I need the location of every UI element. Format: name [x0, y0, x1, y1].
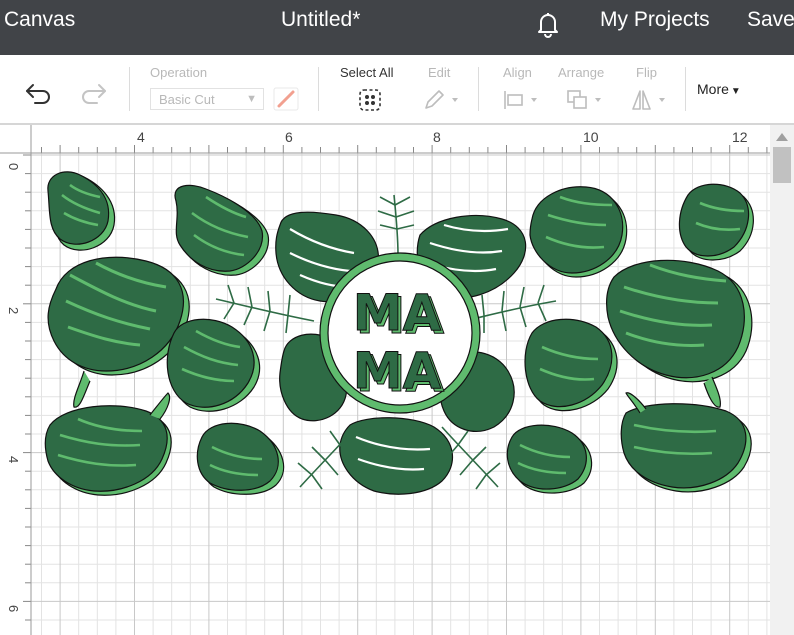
leaf-top-fifth — [529, 186, 628, 278]
save-button[interactable]: Save — [747, 8, 794, 32]
scrollbar-thumb[interactable] — [773, 147, 791, 183]
leaf-top-second — [174, 184, 270, 276]
leaf-bottom-right — [620, 392, 752, 493]
document-title[interactable]: Untitled* — [281, 8, 360, 32]
chevron-down-icon: ▼ — [246, 93, 257, 105]
toolbar-divider — [129, 67, 130, 111]
operation-label: Operation — [150, 65, 208, 80]
align-label: Align — [503, 65, 532, 80]
ruler-label-10: 10 — [583, 129, 599, 145]
toolbar-divider — [685, 67, 686, 111]
toolbar-divider — [478, 67, 479, 111]
ruler-label-2: 2 — [6, 307, 21, 314]
leaf-bottom-fifth — [506, 424, 593, 494]
flip-icon[interactable] — [630, 88, 670, 112]
top-ruler — [0, 125, 794, 153]
more-label: More — [697, 81, 729, 97]
ruler-label-6: 6 — [285, 129, 293, 145]
caret-down-icon: ▼ — [730, 86, 741, 97]
operation-select[interactable]: Basic Cut ▼ — [150, 88, 264, 110]
leaf-top-left — [47, 171, 116, 251]
ruler-label-0: 0 — [6, 163, 21, 170]
align-icon[interactable] — [502, 88, 542, 112]
leaf-center-bottom — [339, 417, 454, 495]
vertical-scrollbar[interactable] — [770, 125, 794, 635]
ruler-label-12: 12 — [732, 129, 748, 145]
select-all-label: Select All — [340, 65, 394, 80]
top-header: Canvas Untitled* My Projects Save — [0, 0, 794, 55]
arrange-icon[interactable] — [566, 88, 606, 112]
design-canvas[interactable]: 4 6 8 10 12 0 2 4 6 MA MA MA MA — [0, 125, 794, 635]
monogram-top: MA — [353, 284, 442, 342]
redo-icon[interactable] — [78, 81, 108, 107]
operation-value: Basic Cut — [159, 92, 215, 107]
mama-monogram: MA MA MA MA — [319, 252, 481, 414]
ruler-label-6-vertical: 6 — [6, 605, 21, 612]
leaf-left-large — [47, 256, 190, 408]
linetype-swatch-icon[interactable] — [273, 87, 299, 111]
canvas-tab[interactable]: Canvas — [4, 8, 75, 32]
palm-frond-top — [377, 194, 415, 256]
edit-label: Edit — [428, 65, 451, 80]
monogram-bottom: MA — [353, 342, 442, 400]
left-ruler — [0, 125, 31, 635]
ruler-label-4: 4 — [137, 129, 145, 145]
ruler-label-8: 8 — [433, 129, 441, 145]
my-projects-link[interactable]: My Projects — [600, 8, 710, 32]
select-all-icon[interactable] — [357, 88, 383, 112]
edit-pencil-icon[interactable] — [422, 88, 462, 112]
monstera-mama-design[interactable]: MA MA MA MA — [44, 171, 754, 496]
undo-icon[interactable] — [24, 81, 54, 107]
more-menu-button[interactable]: More ▼ — [697, 81, 741, 97]
toolbar-divider — [318, 67, 319, 111]
arrange-label: Arrange — [558, 65, 605, 80]
leaf-bottom-left — [44, 392, 172, 496]
toolbar: Operation Basic Cut ▼ Select All Edit Al… — [0, 55, 794, 125]
leaf-top-right — [678, 183, 754, 261]
ruler-label-4-vertical: 4 — [6, 456, 21, 463]
bell-icon[interactable] — [533, 9, 563, 39]
flip-label: Flip — [636, 65, 657, 80]
